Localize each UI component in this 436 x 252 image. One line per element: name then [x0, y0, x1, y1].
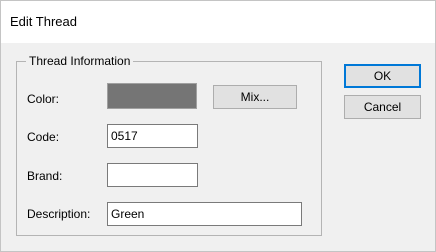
title-bar[interactable]: Edit Thread — [1, 1, 435, 43]
ok-button[interactable]: OK — [344, 64, 421, 88]
color-label: Color: — [27, 92, 60, 106]
description-field[interactable]: Green — [107, 202, 302, 226]
group-label: Thread Information — [26, 54, 134, 68]
brand-label: Brand: — [27, 169, 63, 183]
color-swatch — [107, 83, 197, 109]
edit-thread-dialog: Edit Thread Thread Information Color: Mi… — [0, 0, 436, 252]
mix-button[interactable]: Mix... — [213, 85, 297, 109]
thread-information-group: Thread Information Color: Mix... Code: 0… — [16, 54, 322, 236]
code-label: Code: — [27, 130, 60, 144]
brand-field[interactable] — [107, 163, 198, 187]
dialog-title: Edit Thread — [10, 14, 77, 29]
code-field[interactable]: 0517 — [107, 124, 198, 148]
cancel-button[interactable]: Cancel — [344, 95, 421, 119]
description-label: Description: — [27, 207, 91, 221]
